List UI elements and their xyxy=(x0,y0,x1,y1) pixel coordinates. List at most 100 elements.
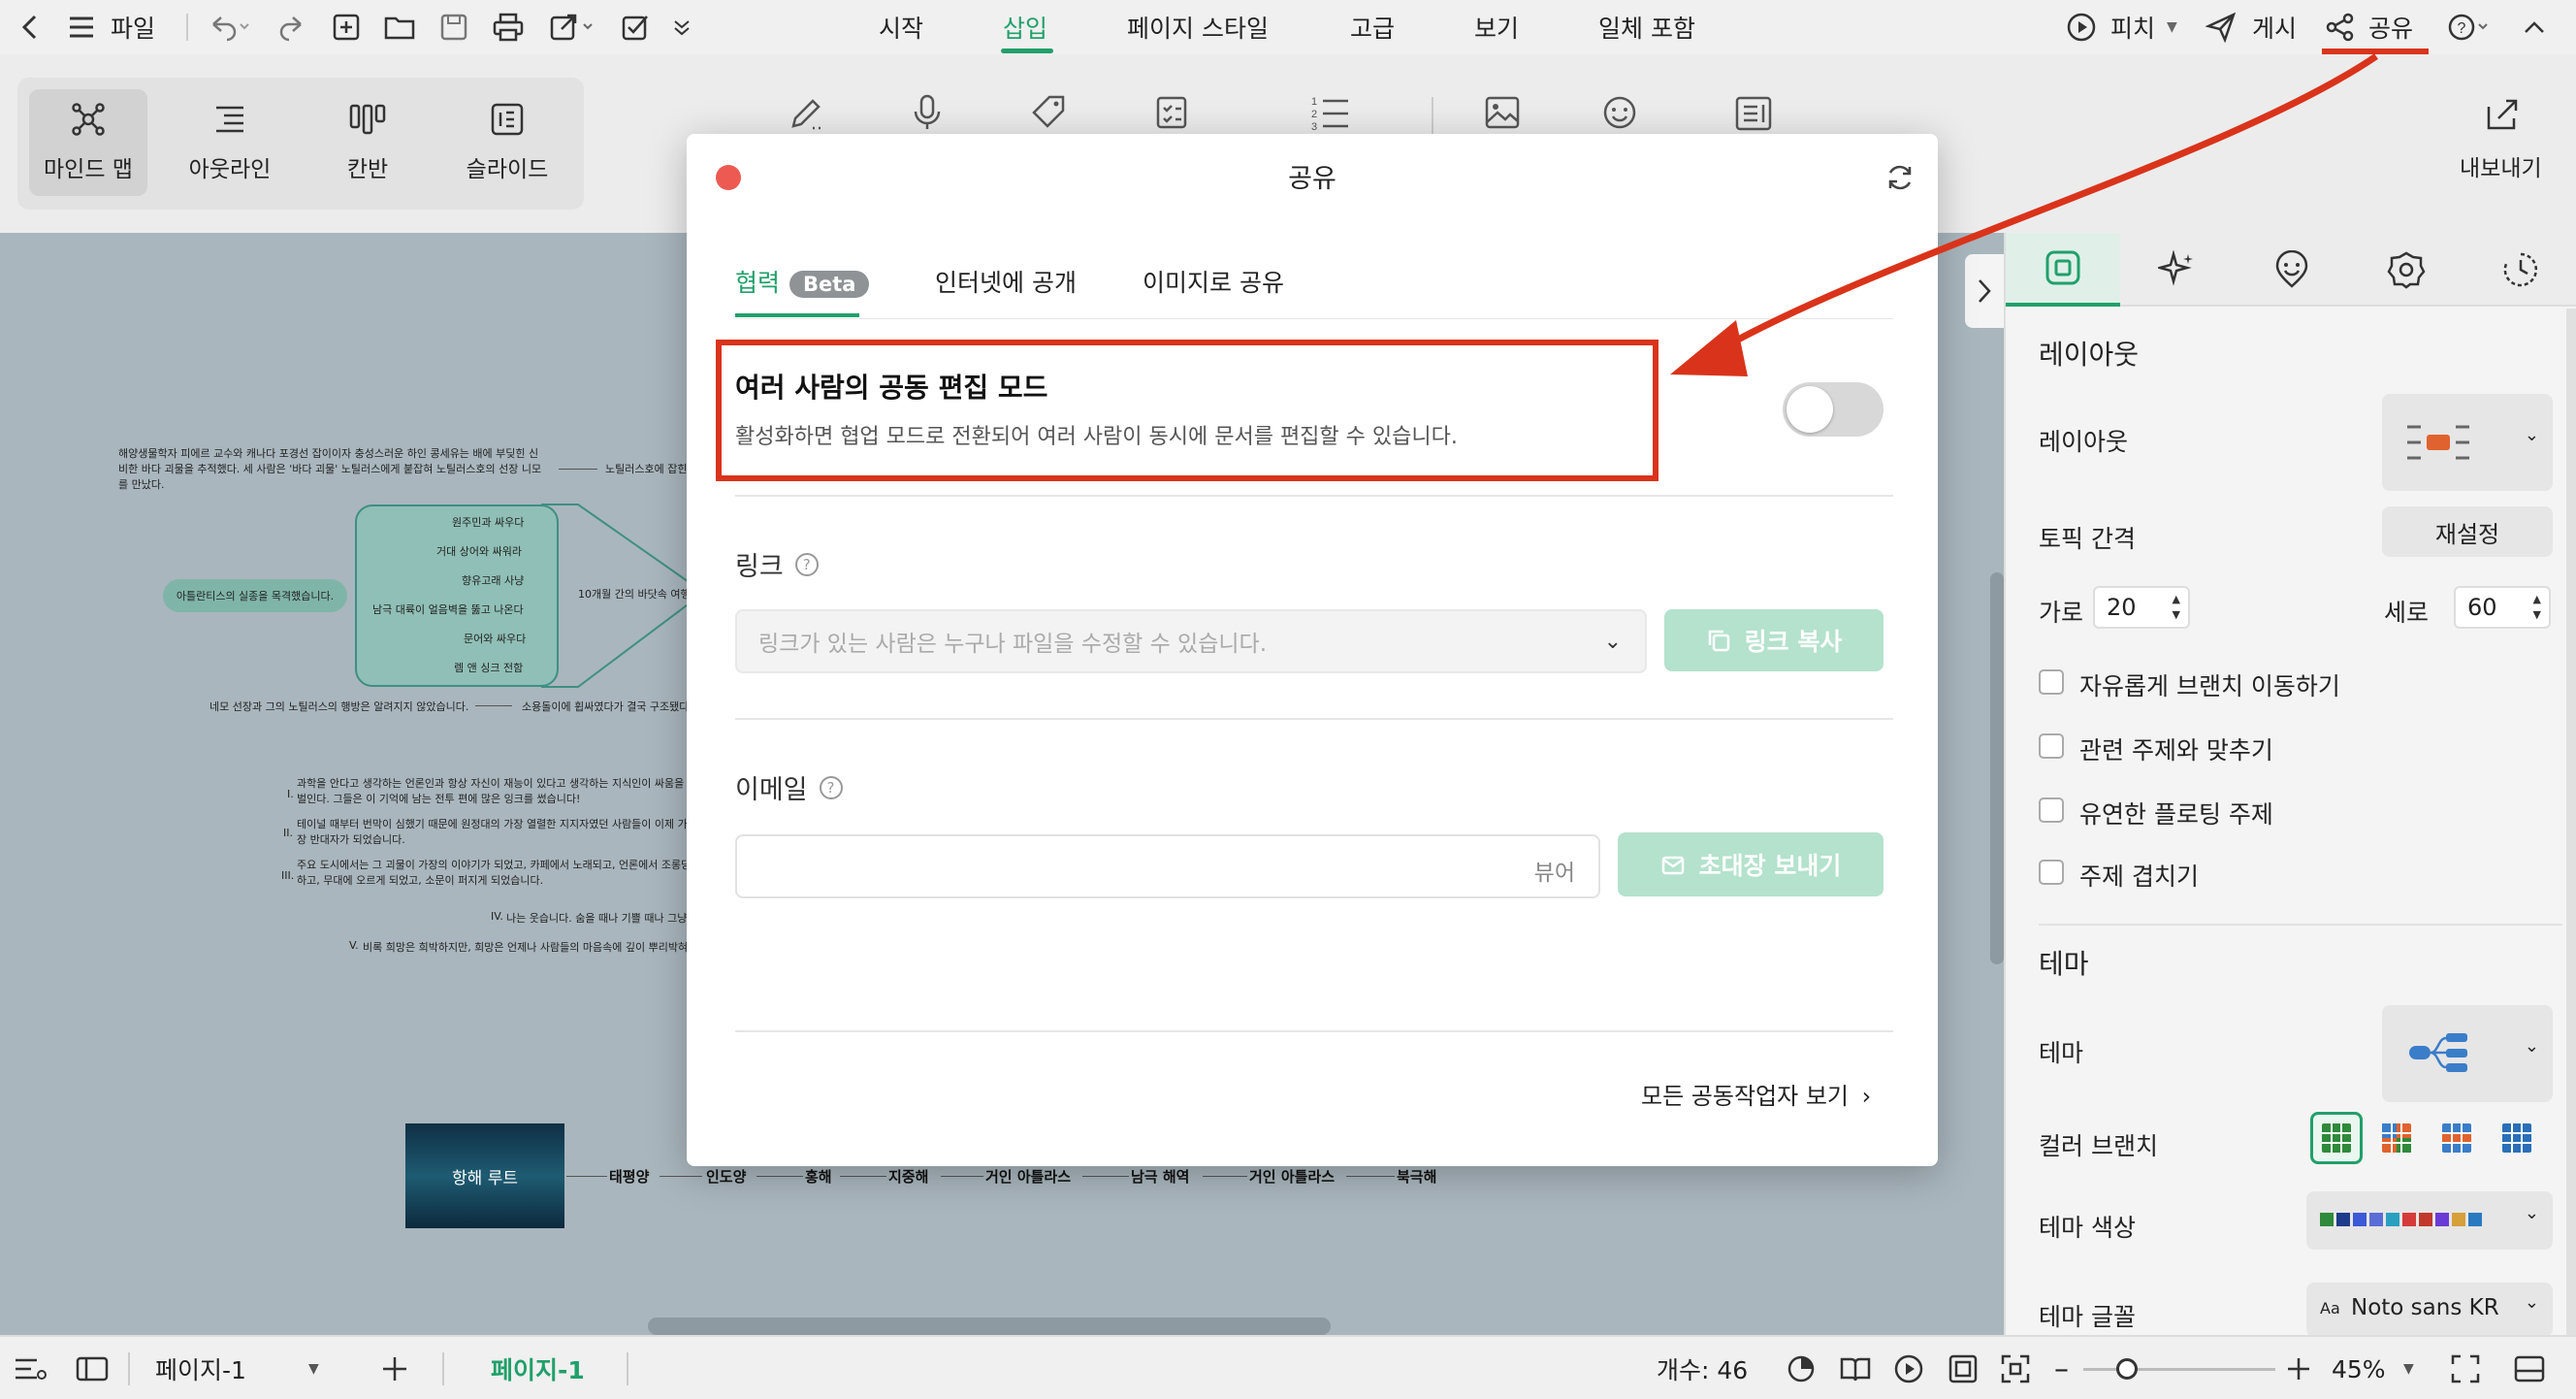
export-label[interactable]: 내보내기 xyxy=(2460,149,2542,182)
help-icon[interactable]: ? xyxy=(819,775,843,799)
align-related-checkbox[interactable] xyxy=(2039,733,2064,759)
topic-node[interactable]: 10개월 간의 바닷속 여행 xyxy=(578,586,691,602)
tab-style[interactable] xyxy=(2006,233,2120,307)
route-node[interactable]: 북극해 xyxy=(1397,1166,1436,1187)
image-icon[interactable] xyxy=(1484,95,1521,130)
zoom-slider[interactable] xyxy=(2083,1368,2275,1371)
outline-item[interactable]: 과학을 안다고 생각하는 언론인과 항상 자신이 재능이 있다고 생각하는 지식… xyxy=(297,776,694,807)
share-button[interactable]: 공유 xyxy=(2368,0,2413,54)
fit-screen-icon[interactable] xyxy=(2000,1337,2031,1399)
subtopic[interactable]: 원주민과 싸우다 xyxy=(452,514,524,530)
page-select-dropdown-icon[interactable]: ▼ xyxy=(308,1337,319,1399)
microphone-icon[interactable] xyxy=(910,93,945,132)
topic-node[interactable]: 소용돌이에 휩싸였다가 결국 구조됐다 xyxy=(522,699,689,714)
play-icon[interactable] xyxy=(1893,1337,1924,1399)
outline-item[interactable]: 비록 희망은 희박하지만, 희망은 언제나 사람들의 마음속에 깊이 뿌리박혀 … xyxy=(363,939,734,955)
refresh-icon[interactable] xyxy=(1885,163,1915,196)
slide-view-button[interactable]: 슬라이드 xyxy=(448,89,566,196)
publish-icon[interactable] xyxy=(2206,0,2237,54)
export-file-icon[interactable] xyxy=(549,0,596,54)
reset-button[interactable]: 재설정 xyxy=(2382,506,2553,557)
save-icon[interactable] xyxy=(440,0,467,54)
zoom-level[interactable]: 45% xyxy=(2332,1337,2386,1399)
topic-text[interactable]: 네모 선장과 그의 노틸러스의 행방은 알려지지 않았습니다. xyxy=(209,699,468,714)
tab-publish-web[interactable]: 인터넷에 공개 xyxy=(935,264,1077,299)
topic-group[interactable]: 원주민과 싸우다 거대 상어와 싸워라 향유고래 사냥 남극 대륙이 얼음벽을 … xyxy=(355,504,559,687)
pie-chart-icon[interactable] xyxy=(1787,1337,1816,1399)
fullscreen-icon[interactable] xyxy=(2450,1337,2481,1399)
overlap-topics-checkbox[interactable] xyxy=(2039,860,2064,885)
tab-mark[interactable] xyxy=(2235,233,2349,307)
zoom-out-icon[interactable]: – xyxy=(2054,1337,2069,1399)
color-branch-option-3[interactable] xyxy=(2431,1112,2483,1164)
view-all-collaborators-link[interactable]: 모든 공동작업자 보기 › xyxy=(1641,1077,1871,1111)
pitch-icon[interactable] xyxy=(2066,0,2097,54)
collab-mode-toggle[interactable] xyxy=(1783,382,1884,437)
vertical-spacing-input[interactable]: 60 ▲ ▼ xyxy=(2454,586,2551,629)
tab-start[interactable]: 시작 xyxy=(879,0,923,54)
outline-item[interactable]: 테이널 때부터 번막이 심했기 때문에 원정대의 가장 열렬한 지지자였던 사람… xyxy=(297,817,694,848)
add-page-icon[interactable] xyxy=(380,1337,409,1399)
tab-collaboration[interactable]: 협력 Beta xyxy=(735,264,870,299)
sidebar-toggle-icon[interactable] xyxy=(76,1337,109,1399)
new-file-icon[interactable] xyxy=(332,0,361,54)
pitch-button[interactable]: 피치 xyxy=(2110,0,2155,54)
publish-button[interactable]: 게시 xyxy=(2252,0,2297,54)
color-branch-option-1[interactable] xyxy=(2310,1112,2363,1164)
tab-all-in-one[interactable]: 일체 포함 xyxy=(1598,0,1695,54)
layout-dropdown[interactable]: ⌄ xyxy=(2382,394,2553,491)
subtopic[interactable]: 렘 앤 싱크 전함 xyxy=(454,660,523,675)
horizontal-spacing-input[interactable]: 20 ▲ ▼ xyxy=(2093,586,2190,629)
zoom-slider-handle[interactable] xyxy=(2115,1358,2138,1380)
outline-view-button[interactable]: 아웃라인 xyxy=(171,89,289,196)
panel-scrollbar[interactable] xyxy=(2566,309,2576,1335)
back-icon[interactable] xyxy=(19,0,41,54)
zoom-dropdown-icon[interactable]: ▼ xyxy=(2403,1337,2414,1399)
numbered-list-icon[interactable]: 123 xyxy=(1309,93,1350,134)
route-node[interactable]: 거인 아틀라스 xyxy=(1249,1166,1335,1187)
route-node[interactable]: 지중해 xyxy=(888,1166,928,1187)
open-folder-icon[interactable] xyxy=(384,0,415,54)
route-image-node[interactable]: 항해 루트 xyxy=(405,1123,564,1228)
tab-history[interactable] xyxy=(2463,233,2576,307)
file-menu[interactable]: 파일 xyxy=(111,0,155,54)
page-select[interactable]: 페이지-1 xyxy=(155,1337,246,1399)
share-icon[interactable] xyxy=(2326,0,2355,54)
book-icon[interactable] xyxy=(1839,1337,1872,1399)
more-chevron-icon[interactable] xyxy=(671,0,692,54)
pen-icon[interactable] xyxy=(788,93,826,132)
color-branch-option-4[interactable] xyxy=(2491,1112,2543,1164)
route-node[interactable]: 인도양 xyxy=(706,1166,746,1187)
subtopic[interactable]: 남극 대륙이 얼음벽을 뚫고 나온다 xyxy=(372,602,524,617)
mindmap-view-button[interactable]: 마인드 맵 xyxy=(29,89,147,196)
free-branch-checkbox[interactable] xyxy=(2039,669,2064,695)
copy-link-button[interactable]: 링크 복사 xyxy=(1664,609,1884,671)
route-node[interactable]: 태평양 xyxy=(609,1166,649,1187)
redo-icon[interactable] xyxy=(279,0,306,54)
vertical-scrollbar[interactable] xyxy=(1990,572,2004,964)
panel-toggle-icon[interactable] xyxy=(2514,1337,2545,1399)
kanban-view-button[interactable]: 칸반 xyxy=(308,89,427,196)
tab-page-style[interactable]: 페이지 스타일 xyxy=(1127,0,1269,54)
topic-node[interactable]: 노틸러스호에 잡힌 xyxy=(605,461,687,476)
emoji-icon[interactable] xyxy=(1602,95,1637,130)
color-branch-option-2[interactable] xyxy=(2370,1112,2423,1164)
pitch-dropdown-icon[interactable]: ▼ xyxy=(2167,0,2177,54)
task-icon[interactable] xyxy=(1154,93,1189,132)
print-icon[interactable] xyxy=(493,0,524,54)
tab-view[interactable]: 보기 xyxy=(1474,0,1519,54)
route-node[interactable]: 홍해 xyxy=(805,1166,832,1187)
tab-ai[interactable] xyxy=(2120,233,2235,307)
email-input[interactable]: 뷰어 xyxy=(735,834,1600,898)
fit-page-icon[interactable] xyxy=(1948,1337,1979,1399)
collapse-ribbon-icon[interactable] xyxy=(2522,0,2547,54)
panel-collapse-button[interactable] xyxy=(1965,254,2004,328)
flexible-floating-checkbox[interactable] xyxy=(2039,797,2064,823)
tab-insert[interactable]: 삽입 xyxy=(1003,0,1047,54)
horizontal-scrollbar[interactable] xyxy=(648,1318,1331,1335)
page-tab-active[interactable]: 페이지-1 xyxy=(491,1337,585,1399)
stepper-arrows-icon[interactable]: ▲ ▼ xyxy=(2533,592,2541,623)
help-icon[interactable]: ? xyxy=(794,552,819,576)
subtopic[interactable]: 거대 상어와 싸워라 xyxy=(436,543,522,559)
topic-node-pill[interactable]: 아틀란티스의 실종을 목격했습니다. xyxy=(163,579,347,612)
